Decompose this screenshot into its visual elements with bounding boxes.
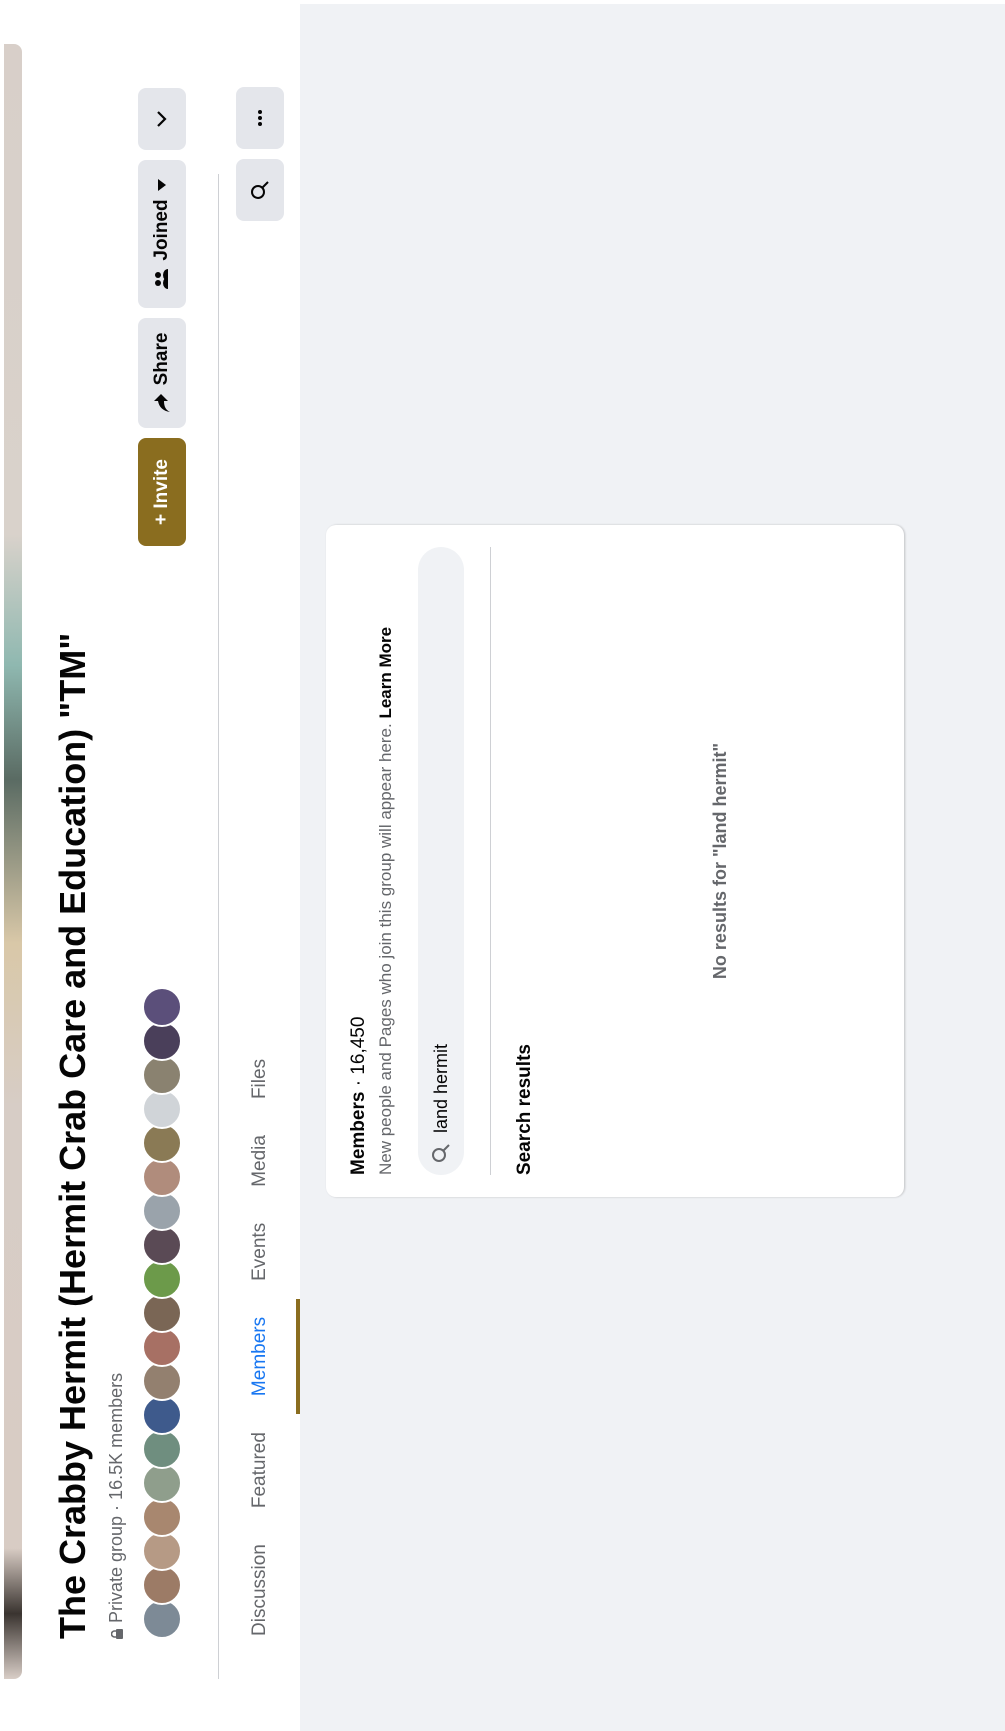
avatar[interactable]: [142, 1191, 182, 1231]
tab-events[interactable]: Events: [220, 1205, 300, 1299]
no-results-message: No results for "land hermit": [710, 742, 730, 980]
tab-featured[interactable]: Featured: [220, 1414, 300, 1526]
members-heading: Members · 16,450: [348, 1017, 370, 1175]
avatar[interactable]: [142, 1293, 182, 1333]
avatar[interactable]: [142, 1361, 182, 1401]
avatar[interactable]: [142, 1055, 182, 1095]
avatar[interactable]: [142, 1327, 182, 1367]
share-label: Share: [151, 332, 172, 386]
share-button[interactable]: Share: [138, 318, 186, 428]
collapse-button[interactable]: [138, 88, 186, 150]
invite-label: + Invite: [151, 459, 172, 525]
invite-button[interactable]: + Invite: [138, 438, 186, 546]
avatar[interactable]: [142, 1395, 182, 1435]
joined-label: Joined: [151, 199, 172, 261]
learn-more-link[interactable]: Learn More: [376, 627, 395, 719]
search-icon: [251, 181, 269, 199]
members-count: · 16,450: [348, 1016, 369, 1087]
avatar[interactable]: [142, 1599, 182, 1639]
search-results-label: Search results: [514, 1044, 535, 1175]
header-actions: + Invite Share Joined: [138, 88, 186, 546]
avatar[interactable]: [142, 987, 182, 1027]
lock-icon: [110, 1629, 123, 1639]
members-description-text: New people and Pages who join this group…: [376, 723, 395, 1175]
header-divider: [218, 174, 219, 1679]
avatar[interactable]: [142, 1157, 182, 1197]
avatar[interactable]: [142, 1089, 182, 1129]
group-title[interactable]: The Crabby Hermit (Hermit Crab Care and …: [52, 633, 94, 1639]
member-search[interactable]: [418, 547, 464, 1175]
avatar[interactable]: [142, 1021, 182, 1061]
header-tools: [236, 87, 284, 221]
members-title: Members: [348, 1091, 369, 1175]
search-group-button[interactable]: [236, 159, 284, 221]
group-privacy-members: Private group · 16.5K members: [106, 1372, 126, 1623]
tab-members[interactable]: Members: [220, 1299, 300, 1414]
avatar[interactable]: [142, 1565, 182, 1605]
avatar[interactable]: [142, 1429, 182, 1469]
joined-button[interactable]: Joined: [138, 160, 186, 308]
cover-photo[interactable]: [4, 44, 22, 1679]
avatar[interactable]: [142, 1225, 182, 1265]
avatar[interactable]: [142, 1497, 182, 1537]
more-icon: [258, 110, 262, 126]
search-icon: [432, 1144, 450, 1162]
members-card: Members · 16,450 New people and Pages wh…: [326, 525, 904, 1197]
caret-down-icon: [158, 179, 166, 192]
tab-media[interactable]: Media: [220, 1117, 300, 1205]
chevron-down-icon: [157, 111, 167, 127]
people-icon: [155, 268, 168, 289]
tab-discussion[interactable]: Discussion: [220, 1526, 300, 1654]
tab-files[interactable]: Files: [220, 1041, 300, 1117]
avatar[interactable]: [142, 1531, 182, 1571]
card-divider: [490, 547, 491, 1175]
group-header: The Crabby Hermit (Hermit Crab Care and …: [0, 0, 300, 1731]
group-tabs: Discussion Featured Members Events Media…: [220, 1041, 300, 1679]
avatar[interactable]: [142, 1259, 182, 1299]
group-meta: Private group · 16.5K members: [106, 1373, 127, 1639]
members-description: New people and Pages who join this group…: [376, 627, 396, 1175]
avatar[interactable]: [142, 1123, 182, 1163]
share-icon: [154, 394, 170, 413]
member-search-input[interactable]: [429, 571, 453, 1135]
member-avatars[interactable]: [142, 987, 182, 1639]
avatar[interactable]: [142, 1463, 182, 1503]
more-options-button[interactable]: [236, 87, 284, 149]
